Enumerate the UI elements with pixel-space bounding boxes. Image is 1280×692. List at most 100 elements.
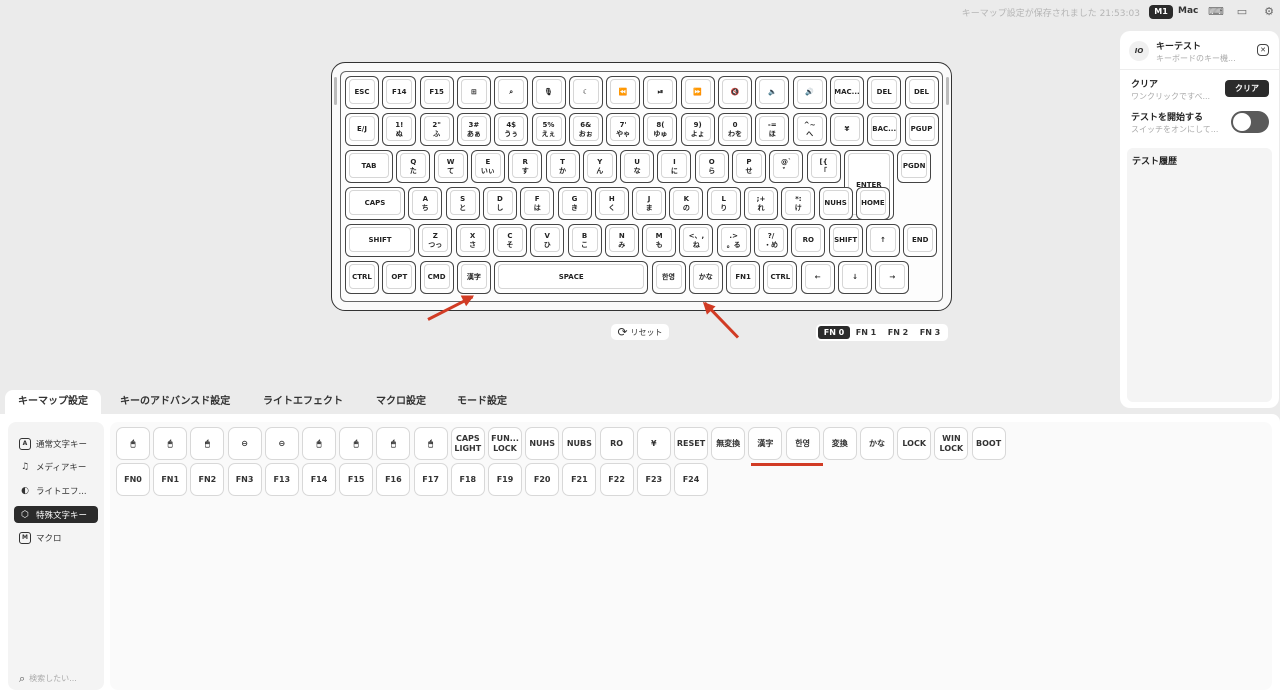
chat-icon[interactable]: ▭: [1235, 5, 1249, 19]
key-cap[interactable]: Tか: [545, 150, 580, 183]
special-key[interactable]: FN2: [190, 463, 225, 496]
clear-button[interactable]: クリア: [1225, 80, 1269, 97]
key-cap[interactable]: 6& おぉ: [568, 113, 603, 146]
tab-light-effect[interactable]: ライトエフェクト: [263, 390, 343, 414]
fn-layer-3[interactable]: FN 3: [914, 326, 946, 339]
special-key[interactable]: かな: [860, 427, 894, 460]
special-key[interactable]: F20: [525, 463, 560, 496]
os-label[interactable]: Mac: [1178, 6, 1198, 16]
nav-item-macro[interactable]: M マクロ: [14, 529, 98, 546]
special-key[interactable]: 🖱: [302, 427, 336, 460]
key-cap[interactable]: 8(ゆゅ: [643, 113, 678, 146]
key-cap[interactable]: Oら: [694, 150, 729, 183]
key-cap[interactable]: MAC...: [829, 76, 864, 109]
key-cap[interactable]: F15: [419, 76, 454, 109]
key-cap[interactable]: ⊞: [456, 76, 491, 109]
special-key[interactable]: ¥: [636, 427, 671, 460]
key-cap[interactable]: CTRL: [345, 261, 379, 294]
special-key[interactable]: F23: [636, 463, 671, 496]
key-cap[interactable]: Yん: [582, 150, 617, 183]
special-key[interactable]: WIN LOCK: [934, 427, 969, 460]
key-cap[interactable]: Cそ: [492, 224, 527, 257]
nav-item-light-effects[interactable]: ◐ ライトエフ...: [14, 482, 98, 499]
tab-advanced-key[interactable]: キーのアドバンスド設定: [120, 390, 230, 414]
special-key[interactable]: 無変換: [711, 427, 746, 460]
key-cap[interactable]: Kの: [669, 187, 704, 220]
special-key[interactable]: F22: [599, 463, 634, 496]
key-cap[interactable]: ⏩: [680, 76, 715, 109]
key-cap[interactable]: ;+ れ: [744, 187, 778, 220]
profile-badge[interactable]: M1: [1149, 5, 1173, 19]
key-cap[interactable]: Vひ: [530, 224, 565, 257]
special-key[interactable]: CAPS LIGHT: [450, 427, 485, 460]
key-cap[interactable]: Pせ: [732, 150, 766, 183]
key-cap[interactable]: 한영: [651, 261, 686, 294]
key-cap[interactable]: OPT: [382, 261, 417, 294]
key-cap[interactable]: Bこ: [567, 224, 602, 257]
key-cap[interactable]: DEL: [904, 76, 939, 109]
key-cap[interactable]: Hく: [594, 187, 629, 220]
key-cap[interactable]: END: [903, 224, 938, 257]
key-cap[interactable]: -= ほ: [755, 113, 790, 146]
special-key[interactable]: BOOT: [971, 427, 1006, 460]
key-cap[interactable]: 漢字: [456, 261, 491, 294]
key-cap[interactable]: [{「: [806, 150, 841, 183]
key-cap[interactable]: <、, ね: [679, 224, 714, 257]
key-cap[interactable]: E/J: [345, 113, 379, 146]
gear-icon[interactable]: ⚙: [1262, 5, 1276, 19]
special-key[interactable]: 変換: [822, 427, 857, 460]
tab-keymap[interactable]: キーマップ設定: [5, 390, 101, 414]
special-key[interactable]: FN3: [227, 463, 262, 496]
nav-item-normal-keys[interactable]: A 通常文字キー: [14, 435, 98, 452]
key-cap[interactable]: SHIFT: [828, 224, 863, 257]
special-key[interactable]: F17: [413, 463, 448, 496]
special-key[interactable]: F21: [562, 463, 597, 496]
key-cap[interactable]: Iに: [657, 150, 692, 183]
key-cap[interactable]: Sと: [445, 187, 480, 220]
special-key[interactable]: RO: [599, 427, 634, 460]
key-cap[interactable]: CMD: [419, 261, 454, 294]
key-cap[interactable]: 1! ぬ: [382, 113, 417, 146]
key-cap[interactable]: DEL: [867, 76, 902, 109]
key-cap[interactable]: 7' やゃ: [606, 113, 641, 146]
nav-item-special-keys[interactable]: ⬡ 特殊文字キー: [14, 506, 98, 523]
special-key[interactable]: 🖱: [190, 427, 225, 460]
key-cap[interactable]: ↑: [865, 224, 900, 257]
special-key[interactable]: 한영: [785, 427, 820, 460]
key-cap[interactable]: ⌕: [494, 76, 529, 109]
special-key[interactable]: ⊖: [227, 427, 262, 460]
special-key[interactable]: 🖱: [116, 427, 150, 460]
key-cap[interactable]: @` ゛: [769, 150, 804, 183]
key-cap[interactable]: →: [875, 261, 910, 294]
key-cap[interactable]: 🎙: [531, 76, 566, 109]
key-cap[interactable]: TAB: [345, 150, 393, 183]
key-cap[interactable]: Xさ: [455, 224, 490, 257]
key-cap[interactable]: Mも: [642, 224, 677, 257]
keyboard-icon[interactable]: ⌨: [1208, 5, 1224, 19]
key-cap[interactable]: Fは: [520, 187, 555, 220]
key-cap[interactable]: ⏯: [643, 76, 678, 109]
nav-item-media-keys[interactable]: ♫ メディアキー: [14, 458, 98, 475]
key-cap[interactable]: Uな: [620, 150, 655, 183]
special-key[interactable]: 🖱: [153, 427, 188, 460]
key-cap[interactable]: 5% えぇ: [531, 113, 566, 146]
key-cap[interactable]: 🔇: [718, 76, 752, 109]
special-key[interactable]: 🖱: [413, 427, 448, 460]
key-cap[interactable]: .> 。る: [716, 224, 751, 257]
special-key[interactable]: F14: [302, 463, 336, 496]
key-cap[interactable]: Jま: [632, 187, 667, 220]
key-cap[interactable]: Nみ: [604, 224, 639, 257]
key-cap[interactable]: ¥: [829, 113, 864, 146]
key-cap[interactable]: Rす: [508, 150, 543, 183]
key-cap[interactable]: ^~ へ: [792, 113, 827, 146]
key-cap[interactable]: 0 わを: [718, 113, 752, 146]
key-cap[interactable]: RO: [791, 224, 826, 257]
special-key[interactable]: 🖱: [376, 427, 411, 460]
key-cap[interactable]: ?/・め: [754, 224, 788, 257]
special-key[interactable]: FN0: [116, 463, 150, 496]
special-key[interactable]: 🖱: [339, 427, 374, 460]
key-cap[interactable]: NUHS: [818, 187, 853, 220]
tab-mode[interactable]: モード設定: [457, 390, 507, 414]
special-key[interactable]: F18: [450, 463, 485, 496]
special-key[interactable]: NUHS: [525, 427, 560, 460]
